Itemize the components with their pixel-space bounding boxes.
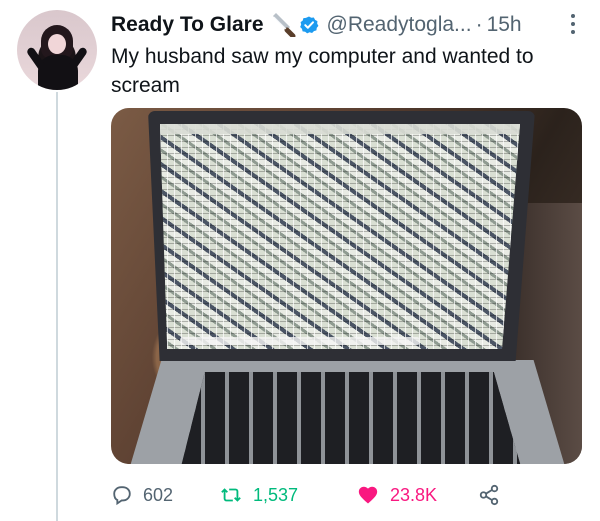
like-count: 23.8K [390,484,438,505]
tweet-text: My husband saw my computer and wanted to… [111,45,534,97]
reply-button[interactable]: 602 [111,478,173,512]
more-dot [571,22,575,26]
retweet-button[interactable]: 1,537 [219,478,298,512]
avatar-face [48,34,66,54]
reply-icon [113,486,131,506]
tweet-time[interactable]: 15h [487,13,522,37]
screen-dock [180,337,420,345]
separator-dot: · [475,13,483,36]
share-button[interactable] [478,478,510,512]
more-dot [571,30,575,34]
laptop-keyboard [181,372,521,464]
reply-count: 602 [143,484,174,505]
profile-avatar[interactable] [17,10,97,90]
knife-icon [272,13,295,37]
more-dot [571,14,575,18]
tweet-header: Ready To Glare @Readytogla... · 15h [111,12,522,38]
verified-icon [299,16,318,34]
laptop-screen [148,111,535,361]
screen-desktop [160,124,520,349]
author-handle[interactable]: @Readytogla... [327,13,472,37]
retweet-count: 1,537 [253,484,299,505]
tweet-media-image[interactable] [111,108,582,464]
share-icon [479,484,499,506]
like-button[interactable]: 23.8K [356,478,437,512]
screen-menu-bar [160,124,520,134]
retweet-icon [221,488,241,502]
thread-line [56,92,58,521]
tweet-actions: 602 1,537 23.8K [111,478,501,512]
heart-icon [358,486,378,504]
author-name[interactable]: Ready To Glare [111,13,264,37]
more-icon[interactable] [563,14,583,34]
